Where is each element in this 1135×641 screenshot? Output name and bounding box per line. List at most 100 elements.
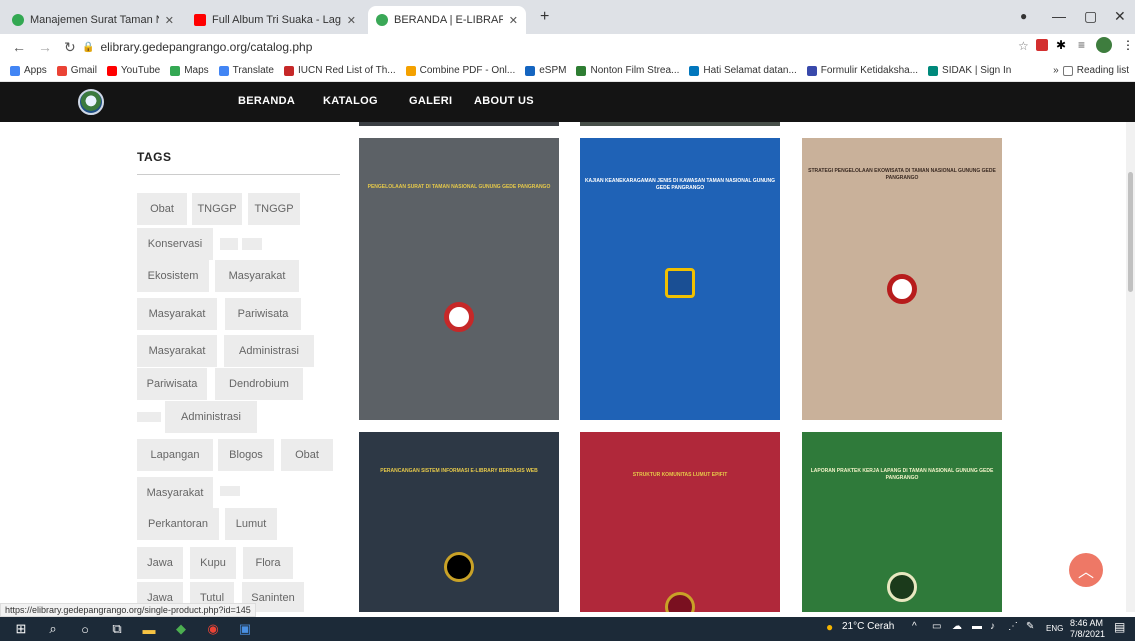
- tag[interactable]: Flora: [243, 547, 293, 579]
- pdf-extension-icon[interactable]: [1036, 39, 1048, 51]
- tag[interactable]: Pariwisata: [137, 368, 207, 400]
- nav-galeri[interactable]: GALERI: [409, 95, 452, 107]
- bookmark-item[interactable]: YouTube: [106, 65, 160, 76]
- page-scrollbar[interactable]: [1126, 122, 1135, 612]
- star-icon[interactable]: ☆: [1018, 39, 1029, 53]
- tag[interactable]: Masyarakat: [215, 260, 299, 292]
- tag[interactable]: Masyarakat: [137, 477, 213, 509]
- menu-icon[interactable]: ⋮: [1122, 38, 1134, 52]
- tag[interactable]: Dendrobium: [215, 368, 303, 400]
- profile-dot-icon[interactable]: ●: [1020, 9, 1027, 23]
- tag[interactable]: Pariwisata: [225, 298, 301, 330]
- task-view-icon[interactable]: ⧉: [106, 621, 128, 637]
- tag[interactable]: Perkantoran: [137, 508, 219, 540]
- tag[interactable]: Obat: [281, 439, 333, 471]
- search-icon[interactable]: ⌕: [42, 621, 64, 637]
- bookmark-item[interactable]: SIDAK | Sign In: [928, 65, 1011, 76]
- tag[interactable]: Masyarakat: [137, 335, 217, 367]
- close-icon[interactable]: ✕: [509, 14, 518, 27]
- nav-katalog[interactable]: KATALOG: [323, 95, 378, 107]
- windows-start-icon[interactable]: ⊞: [10, 621, 32, 637]
- browser-tab[interactable]: Full Album Tri Suaka - Lagu... ✕: [186, 6, 364, 34]
- bookmark-item[interactable]: Hati Selamat datan...: [689, 65, 797, 76]
- tag[interactable]: [220, 238, 238, 250]
- bookmark-item[interactable]: Apps: [10, 65, 47, 76]
- tag[interactable]: Lumut: [225, 508, 277, 540]
- tag[interactable]: Obat: [137, 193, 187, 225]
- weather-text[interactable]: 21°C Cerah: [842, 621, 894, 632]
- battery-icon[interactable]: ▬: [972, 621, 982, 632]
- book-cover-partial[interactable]: [580, 122, 780, 126]
- back-icon[interactable]: ←: [12, 39, 26, 55]
- url-field[interactable]: 🔒 elibrary.gedepangrango.org/catalog.php: [82, 37, 982, 57]
- maximize-icon[interactable]: ▢: [1084, 8, 1097, 25]
- bookmark-item[interactable]: eSPM: [525, 65, 566, 76]
- clock-date[interactable]: 7/8/2021: [1070, 629, 1105, 639]
- taskbar: ⊞ ⌕ ○ ⧉ ▬ ◆ ◉ ▣ ● 21°C Cerah ^ ▭ ☁ ▬ ♪ ⋰…: [0, 617, 1135, 641]
- site-logo[interactable]: [78, 89, 104, 115]
- window-close-icon[interactable]: ✕: [1114, 8, 1126, 25]
- tag[interactable]: Masyarakat: [137, 298, 217, 330]
- tag[interactable]: Kupu: [190, 547, 236, 579]
- new-tab-icon[interactable]: +: [540, 8, 549, 26]
- minimize-icon[interactable]: —: [1052, 8, 1066, 24]
- notification-icon[interactable]: ▤: [1114, 620, 1125, 634]
- nav-about-us[interactable]: ABOUT US: [474, 95, 534, 107]
- tag[interactable]: [242, 238, 262, 250]
- tag[interactable]: Administrasi: [224, 335, 314, 367]
- bookmark-item[interactable]: Translate: [218, 65, 274, 76]
- book-cover[interactable]: LAPORAN PRAKTEK KERJA LAPANG DI TAMAN NA…: [802, 432, 1002, 612]
- chrome-icon[interactable]: ◉: [202, 621, 224, 637]
- bookmark-item[interactable]: Gmail: [56, 65, 97, 76]
- bookmark-item[interactable]: Combine PDF - Onl...: [405, 65, 515, 76]
- scrollbar-thumb[interactable]: [1128, 172, 1133, 292]
- book-cover[interactable]: KAJIAN KEANEKARAGAMAN JENIS DI KAWASAN T…: [580, 138, 780, 420]
- nav-beranda[interactable]: BERANDA: [238, 95, 295, 107]
- bookmark-item[interactable]: Nonton Film Strea...: [576, 65, 679, 76]
- file-explorer-icon[interactable]: ▬: [138, 622, 160, 637]
- cortana-icon[interactable]: ○: [74, 622, 96, 637]
- bookmark-item[interactable]: Formulir Ketidaksha...: [806, 65, 918, 76]
- tray-app-icon[interactable]: ▭: [932, 621, 941, 632]
- pen-icon[interactable]: ✎: [1026, 621, 1034, 632]
- browser-tab[interactable]: Manajemen Surat Taman Nasion... ✕: [4, 6, 182, 34]
- reading-list-button[interactable]: » Reading list: [1053, 65, 1129, 76]
- reload-icon[interactable]: ↻: [64, 39, 76, 56]
- book-cover[interactable]: STRATEGI PENGELOLAAN EKOWISATA DI TAMAN …: [802, 138, 1002, 420]
- tag[interactable]: Konservasi: [137, 228, 213, 260]
- book-cover[interactable]: STRUKTUR KOMUNITAS LUMUT EPIFIT: [580, 432, 780, 612]
- tag[interactable]: TNGGP: [192, 193, 242, 225]
- tag[interactable]: TNGGP: [248, 193, 300, 225]
- clock-time[interactable]: 8:46 AM: [1070, 618, 1103, 628]
- extension-icon[interactable]: ✱: [1056, 38, 1066, 52]
- tag[interactable]: Blogos: [218, 439, 274, 471]
- tag[interactable]: Ekosistem: [137, 260, 209, 292]
- bookmark-item[interactable]: Maps: [170, 65, 209, 76]
- weather-icon[interactable]: ●: [826, 620, 833, 634]
- language-indicator[interactable]: ENG: [1046, 624, 1063, 633]
- reading-mode-icon[interactable]: ≡: [1078, 38, 1085, 52]
- tag[interactable]: Jawa: [137, 547, 183, 579]
- cloud-icon[interactable]: ☁: [952, 621, 962, 632]
- network-icon[interactable]: ⋰: [1008, 621, 1018, 632]
- browser-tab-active[interactable]: BERANDA | E-LIBRARY ✕: [368, 6, 526, 34]
- tag[interactable]: Administrasi: [165, 401, 257, 433]
- volume-icon[interactable]: ♪: [990, 621, 995, 632]
- close-icon[interactable]: ✕: [165, 14, 174, 27]
- book-title: PENGELOLAAN SURAT DI TAMAN NASIONAL GUNU…: [367, 184, 551, 190]
- book-cover[interactable]: PERANCANGAN SISTEM INFORMASI E-LIBRARY B…: [359, 432, 559, 612]
- scroll-to-top-button[interactable]: ︿: [1069, 553, 1103, 587]
- app-icon[interactable]: ▣: [234, 621, 256, 637]
- avatar[interactable]: [1096, 37, 1112, 53]
- close-icon[interactable]: ✕: [347, 14, 356, 27]
- tag[interactable]: Lapangan: [137, 439, 213, 471]
- tag[interactable]: [137, 412, 161, 422]
- store-icon[interactable]: ◆: [170, 621, 192, 637]
- book-cover-partial[interactable]: [359, 122, 559, 126]
- forward-icon[interactable]: →: [38, 39, 52, 55]
- tab-title: Manajemen Surat Taman Nasion...: [30, 14, 159, 26]
- bookmark-item[interactable]: IUCN Red List of Th...: [284, 65, 396, 76]
- book-cover[interactable]: PENGELOLAAN SURAT DI TAMAN NASIONAL GUNU…: [359, 138, 559, 420]
- chevron-up-icon[interactable]: ^: [912, 621, 917, 632]
- tag[interactable]: [220, 486, 240, 496]
